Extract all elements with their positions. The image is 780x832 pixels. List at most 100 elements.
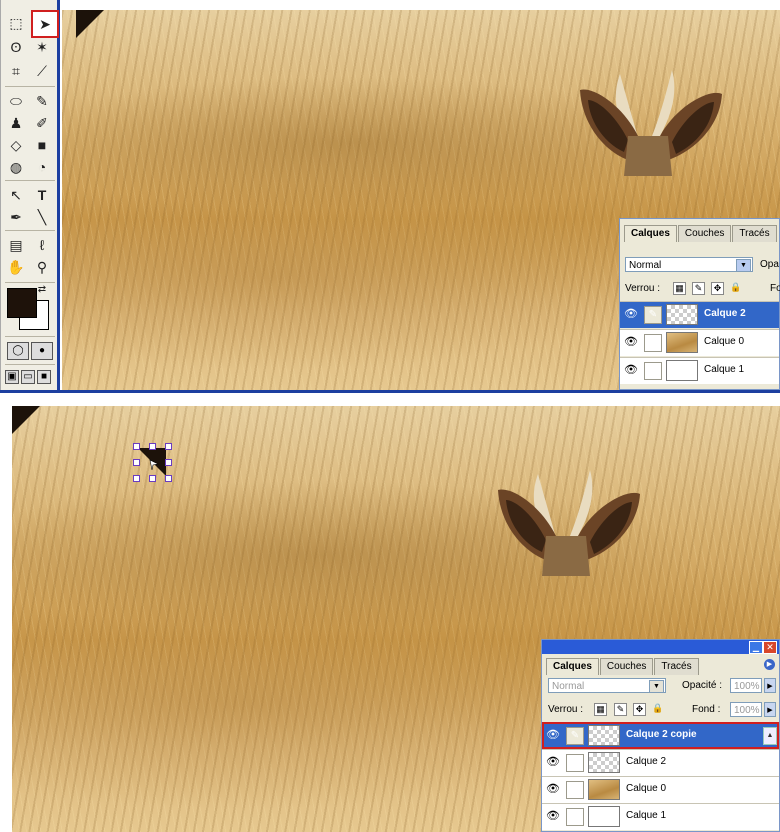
eye-icon[interactable]: 👁 [624,308,638,320]
opacity-input[interactable]: 100% [730,678,762,693]
layer-row-calque-0[interactable]: 👁 Calque 0 [542,776,779,803]
tab-couches[interactable]: Couches [677,225,732,242]
screen-mode-icon[interactable]: ▣ [5,370,19,384]
layer-name: Calque 0 [626,783,667,794]
layer-thumbnail [588,752,620,773]
history-brush-icon[interactable]: ✐ [31,112,53,134]
brush-link-icon[interactable]: ✎ [644,306,662,324]
canvas-corner-mark [76,10,104,38]
scroll-up-icon[interactable]: ▲ [763,727,777,745]
screenshot-divider [0,390,780,393]
lock-label: Verrou : [548,704,584,715]
chevron-down-icon: ▼ [736,259,751,272]
eye-icon[interactable]: 👁 [546,729,560,741]
layer-row-calque-2[interactable]: 👁 ✎ Calque 2 [620,301,779,328]
opacity-label: Opa [760,259,779,270]
minimize-icon[interactable]: ▁ [749,641,763,654]
lock-pixels-icon[interactable]: ✎ [614,703,627,716]
transform-handle[interactable] [149,475,156,482]
transform-handle[interactable] [165,443,172,450]
zoom-icon[interactable]: ⚲ [31,256,53,278]
transform-handle[interactable] [133,475,140,482]
transform-handle[interactable] [165,459,172,466]
layer-name: Calque 1 [626,810,667,821]
transform-handle[interactable] [133,459,140,466]
type-icon[interactable]: T [31,184,53,206]
lasso-icon[interactable]: ʘ [5,36,27,58]
transform-handle[interactable] [165,475,172,482]
link-box[interactable] [566,808,584,826]
fill-arrow-icon[interactable]: ▶ [764,702,776,717]
lock-all-icon[interactable]: 🔒 [652,703,663,714]
crop-icon[interactable]: ⌗ [5,60,27,82]
fill-input[interactable]: 100% [730,702,762,717]
transform-handle[interactable] [149,443,156,450]
opacity-arrow-icon[interactable]: ▶ [764,678,776,693]
tab-calques[interactable]: Calques [624,225,677,242]
layer-row-calque-2-copie[interactable]: 👁 ✎ Calque 2 copie ▲ [542,722,779,749]
layer-row-calque-1[interactable]: 👁 Calque 1 [542,803,779,830]
layer-name: Calque 2 [704,308,746,319]
eraser-icon[interactable]: ◇ [5,134,27,156]
tab-traces[interactable]: Tracés [732,225,777,242]
tools-palette: ⬚ ➤ ʘ ✶ ⌗ ⟋ ⬭ ✎ ♟ ✐ ◇ ■ ◍ ◔ ↖ T ✒ ╲ ▤ ℓ … [0,0,60,390]
hand-icon[interactable]: ✋ [5,256,27,278]
layer-thumbnail [666,332,698,353]
tab-traces[interactable]: Tracés [654,658,699,675]
slice-icon[interactable]: ⟋ [31,60,53,82]
lock-pixels-icon[interactable]: ✎ [692,282,705,295]
blend-mode-value: Normal [552,681,585,692]
tool-separator [5,282,55,283]
link-box[interactable] [644,362,662,380]
full-screen-icon[interactable]: ■ [37,370,51,384]
transform-handle[interactable] [133,443,140,450]
brush-icon[interactable]: ✎ [31,90,53,112]
lock-position-icon[interactable]: ✥ [633,703,646,716]
tab-calques[interactable]: Calques [546,658,599,675]
brush-link-icon[interactable]: ✎ [566,727,584,745]
fill-label: Fo [770,283,780,294]
line-icon[interactable]: ╲ [31,206,53,228]
swap-colors-icon[interactable]: ⇄ [35,284,49,296]
lock-transparency-icon[interactable]: ▦ [594,703,607,716]
layers-panel-bottom: ▁ ✕ Calques Couches Tracés ▶ Normal ▼ Opac… [541,639,780,832]
pen-icon[interactable]: ✒ [5,206,27,228]
quick-mask-icon[interactable]: ● [31,342,53,360]
canvas-corner-mark [12,406,40,434]
lock-all-icon[interactable]: 🔒 [730,282,741,293]
dodge-icon[interactable]: ◔ [31,156,53,178]
foreground-color-swatch[interactable] [7,288,37,318]
blend-mode-select[interactable]: Normal ▼ [548,678,666,693]
lock-transparency-icon[interactable]: ▦ [673,282,686,295]
eye-icon[interactable]: 👁 [546,756,560,768]
blend-mode-select[interactable]: Normal ▼ [625,257,753,272]
tab-couches[interactable]: Couches [599,658,654,675]
layer-row-calque-1[interactable]: 👁 Calque 1 [620,357,779,384]
magic-wand-icon[interactable]: ✶ [31,36,53,58]
link-box[interactable] [566,781,584,799]
gradient-icon[interactable]: ■ [31,134,53,156]
standard-mode-icon[interactable]: ◯ [7,342,29,360]
layer-row-calque-2[interactable]: 👁 Calque 2 [542,749,779,776]
panel-menu-icon[interactable]: ▶ [764,659,775,670]
close-icon[interactable]: ✕ [763,641,777,654]
transform-bounding-box[interactable] [133,443,172,482]
panel-tabs: Calques Couches Tracés [546,658,700,676]
lock-position-icon[interactable]: ✥ [711,282,724,295]
healing-brush-icon[interactable]: ⬭ [5,90,27,112]
layer-row-calque-0[interactable]: 👁 Calque 0 [620,329,779,356]
path-selection-icon[interactable]: ↖ [5,184,27,206]
eye-icon[interactable]: 👁 [624,336,638,348]
clone-stamp-icon[interactable]: ♟ [5,112,27,134]
eye-icon[interactable]: 👁 [624,364,638,376]
notes-icon[interactable]: ▤ [5,234,27,256]
full-screen-menu-icon[interactable]: ▭ [21,370,35,384]
eye-icon[interactable]: 👁 [546,810,560,822]
move-tool-icon[interactable]: ➤ [31,10,59,38]
eye-icon[interactable]: 👁 [546,783,560,795]
blur-icon[interactable]: ◍ [5,156,27,178]
link-box[interactable] [566,754,584,772]
marquee-icon[interactable]: ⬚ [5,12,27,34]
link-box[interactable] [644,334,662,352]
eyedropper-icon[interactable]: ℓ [31,234,53,256]
